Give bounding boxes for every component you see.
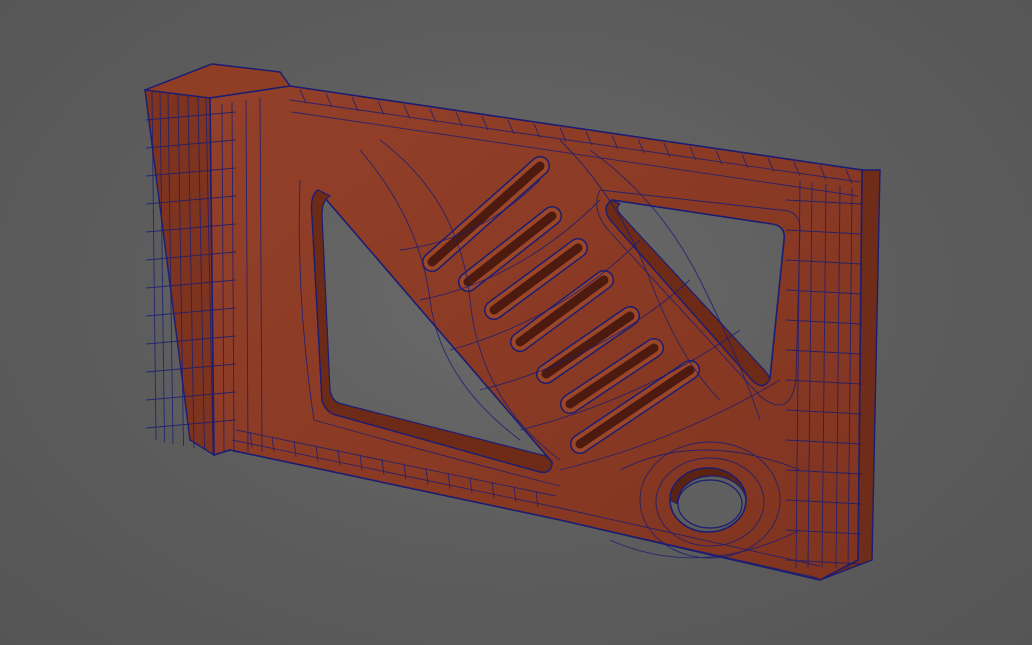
bracket-model[interactable] bbox=[0, 0, 1032, 645]
mount-hole bbox=[677, 479, 743, 529]
3d-viewport[interactable] bbox=[0, 0, 1032, 645]
